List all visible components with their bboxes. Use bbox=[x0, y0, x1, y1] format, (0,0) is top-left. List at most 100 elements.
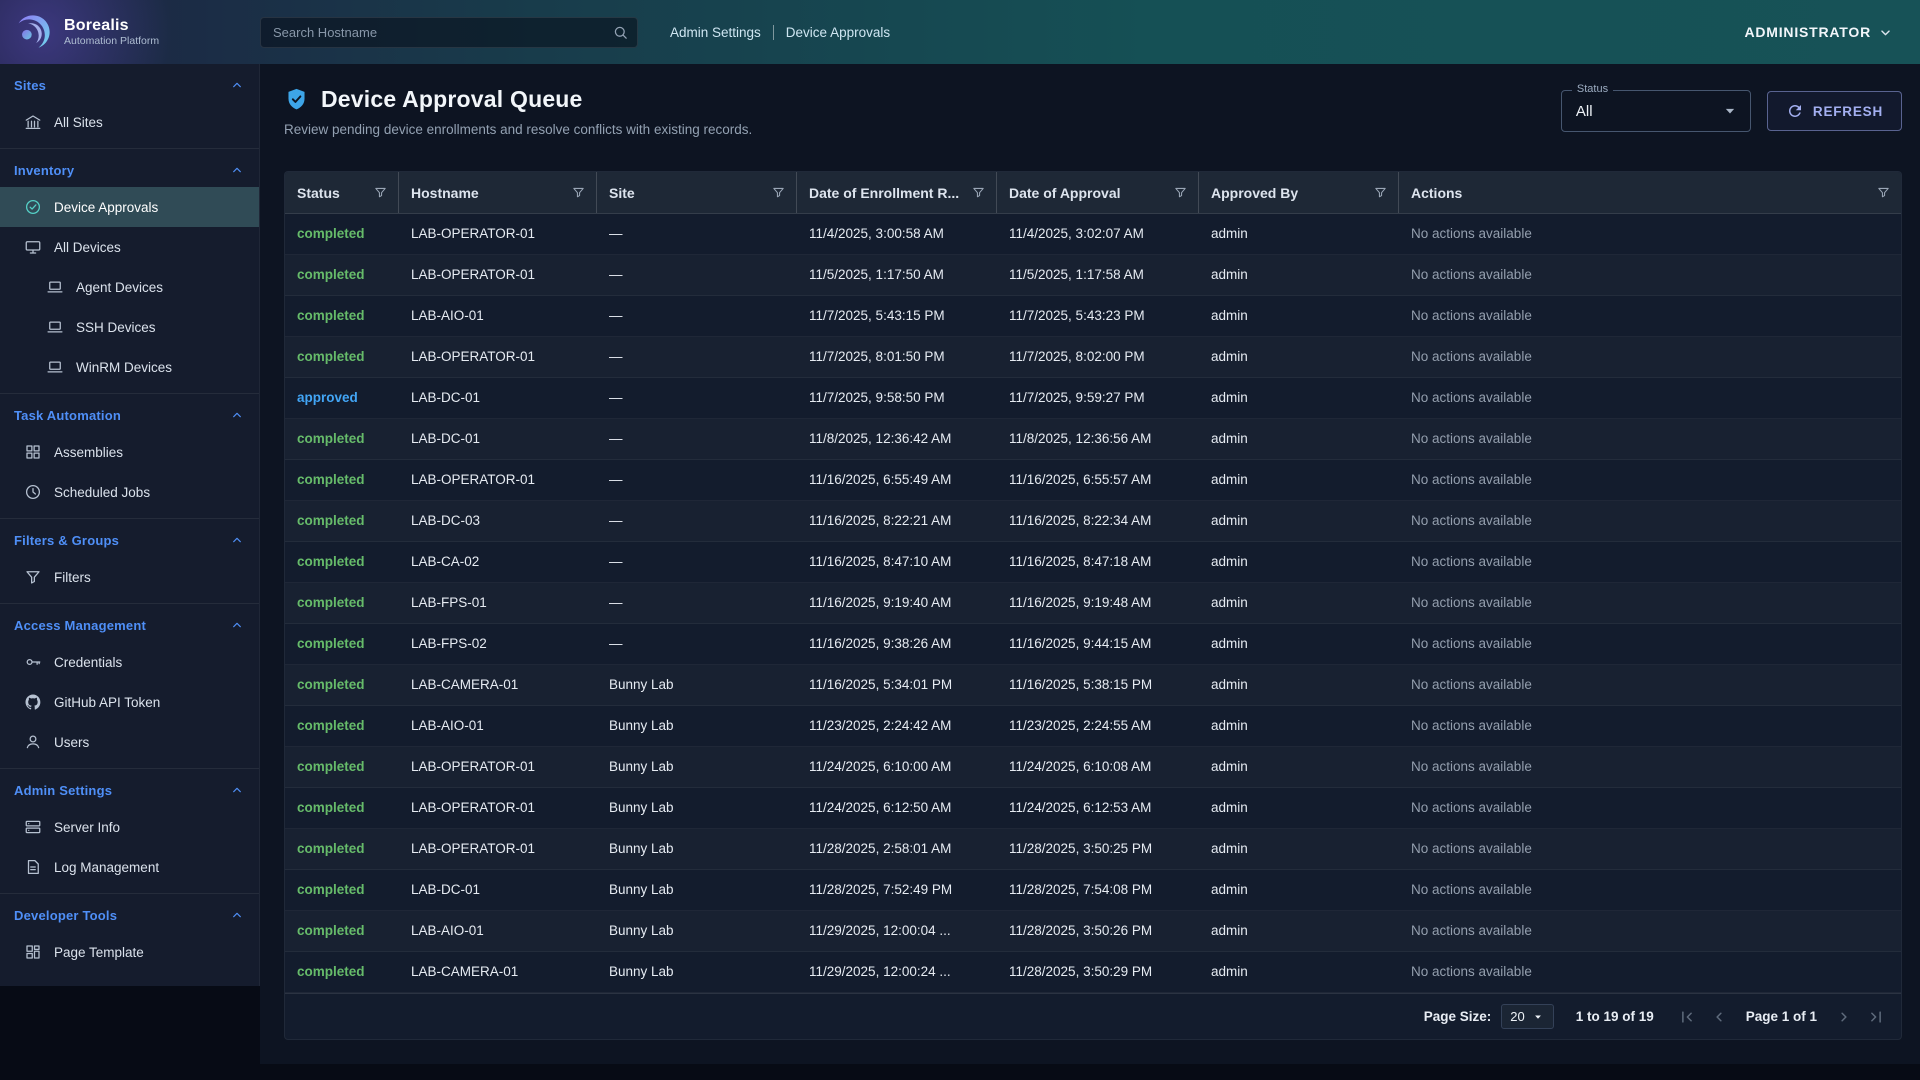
table-row[interactable]: completedLAB-FPS-02—11/16/2025, 9:38:26 … bbox=[285, 624, 1901, 665]
sidebar-item-filters[interactable]: Filters bbox=[0, 557, 259, 597]
sidebar-section-task-automation[interactable]: Task Automation bbox=[0, 398, 259, 432]
sidebar-item-github-api-token[interactable]: GitHub API Token bbox=[0, 682, 259, 722]
sidebar-item-users[interactable]: Users bbox=[0, 722, 259, 762]
approved-by-cell: admin bbox=[1199, 829, 1399, 869]
table-row[interactable]: completedLAB-OPERATOR-01—11/5/2025, 1:17… bbox=[285, 255, 1901, 296]
column-header-actions[interactable]: Actions bbox=[1399, 172, 1901, 213]
table-row[interactable]: completedLAB-OPERATOR-01—11/16/2025, 6:5… bbox=[285, 460, 1901, 501]
hostname-cell: LAB-AIO-01 bbox=[399, 911, 597, 951]
enrollment-date-cell: 11/16/2025, 8:47:10 AM bbox=[797, 542, 997, 582]
column-header-date-of-approval[interactable]: Date of Approval bbox=[997, 172, 1199, 213]
table-row[interactable]: completedLAB-OPERATOR-01Bunny Lab11/24/2… bbox=[285, 747, 1901, 788]
hostname-cell: LAB-DC-01 bbox=[399, 870, 597, 910]
sidebar-section: Inventory Device ApprovalsAll DevicesAgen… bbox=[0, 148, 259, 393]
actions-cell: No actions available bbox=[1399, 501, 1901, 541]
status-filter-select[interactable]: Status All bbox=[1561, 90, 1751, 132]
table-row[interactable]: completedLAB-DC-01Bunny Lab11/28/2025, 7… bbox=[285, 870, 1901, 911]
table-row[interactable]: completedLAB-DC-01—11/8/2025, 12:36:42 A… bbox=[285, 419, 1901, 460]
table-row[interactable]: completedLAB-CA-02—11/16/2025, 8:47:10 A… bbox=[285, 542, 1901, 583]
chevron-up-icon bbox=[229, 907, 245, 923]
table-row[interactable]: completedLAB-OPERATOR-01Bunny Lab11/28/2… bbox=[285, 829, 1901, 870]
table-row[interactable]: completedLAB-FPS-01—11/16/2025, 9:19:40 … bbox=[285, 583, 1901, 624]
approval-date-cell: 11/7/2025, 8:02:00 PM bbox=[997, 337, 1199, 377]
filter-icon[interactable] bbox=[771, 185, 786, 200]
laptop-icon bbox=[46, 358, 64, 376]
first-page-button[interactable] bbox=[1676, 1006, 1698, 1028]
sidebar-item-label: Credentials bbox=[54, 655, 122, 670]
sidebar-item-all-sites[interactable]: All Sites bbox=[0, 102, 259, 142]
sidebar-item-device-approvals[interactable]: Device Approvals bbox=[0, 187, 259, 227]
status-cell: completed bbox=[285, 788, 399, 828]
last-page-button[interactable] bbox=[1865, 1006, 1887, 1028]
table-row[interactable]: approvedLAB-DC-01—11/7/2025, 9:58:50 PM1… bbox=[285, 378, 1901, 419]
column-header-label: Site bbox=[609, 185, 763, 201]
approval-date-cell: 11/16/2025, 8:47:18 AM bbox=[997, 542, 1199, 582]
table-row[interactable]: completedLAB-AIO-01—11/7/2025, 5:43:15 P… bbox=[285, 296, 1901, 337]
table-row[interactable]: completedLAB-CAMERA-01Bunny Lab11/16/202… bbox=[285, 665, 1901, 706]
filter-icon[interactable] bbox=[1173, 185, 1188, 200]
breadcrumb-admin-settings[interactable]: Admin Settings bbox=[670, 25, 761, 40]
filter-icon[interactable] bbox=[1876, 185, 1891, 200]
column-header-hostname[interactable]: Hostname bbox=[399, 172, 597, 213]
column-header-status[interactable]: Status bbox=[285, 172, 399, 213]
enrollment-date-cell: 11/23/2025, 2:24:42 AM bbox=[797, 706, 997, 746]
sidebar-section-admin-settings[interactable]: Admin Settings bbox=[0, 773, 259, 807]
search-input[interactable] bbox=[260, 17, 638, 48]
approval-date-cell: 11/24/2025, 6:12:53 AM bbox=[997, 788, 1199, 828]
filter-icon[interactable] bbox=[571, 185, 586, 200]
table-row[interactable]: completedLAB-OPERATOR-01—11/7/2025, 8:01… bbox=[285, 337, 1901, 378]
sidebar-item-ssh-devices[interactable]: SSH Devices bbox=[0, 307, 259, 347]
site-cell: — bbox=[597, 255, 797, 295]
filter-icon[interactable] bbox=[1373, 185, 1388, 200]
clock-icon bbox=[24, 483, 42, 501]
sidebar-section-sites[interactable]: Sites bbox=[0, 68, 259, 102]
table-row[interactable]: completedLAB-AIO-01Bunny Lab11/23/2025, … bbox=[285, 706, 1901, 747]
sidebar-section-access-management[interactable]: Access Management bbox=[0, 608, 259, 642]
sidebar-item-winrm-devices[interactable]: WinRM Devices bbox=[0, 347, 259, 387]
column-header-approved-by[interactable]: Approved By bbox=[1199, 172, 1399, 213]
approved-by-cell: admin bbox=[1199, 788, 1399, 828]
page-subtitle: Review pending device enrollments and re… bbox=[284, 122, 752, 137]
sidebar-section-developer-tools[interactable]: Developer Tools bbox=[0, 898, 259, 932]
sidebar-section-filters-groups[interactable]: Filters & Groups bbox=[0, 523, 259, 557]
sidebar-item-assemblies[interactable]: Assemblies bbox=[0, 432, 259, 472]
sidebar-item-credentials[interactable]: Credentials bbox=[0, 642, 259, 682]
status-cell: completed bbox=[285, 665, 399, 705]
user-menu-button[interactable]: ADMINISTRATOR bbox=[1744, 24, 1894, 41]
status-filter-value: All bbox=[1576, 103, 1720, 120]
sidebar-section: Access Management Credentials GitHub API T… bbox=[0, 603, 259, 768]
sidebar-item-scheduled-jobs[interactable]: Scheduled Jobs bbox=[0, 472, 259, 512]
sidebar-item-server-info[interactable]: Server Info bbox=[0, 807, 259, 847]
column-header-date-of-enrollment-r[interactable]: Date of Enrollment R... bbox=[797, 172, 997, 213]
sidebar-item-agent-devices[interactable]: Agent Devices bbox=[0, 267, 259, 307]
page-size-select[interactable]: 20 bbox=[1501, 1004, 1553, 1029]
filter-icon[interactable] bbox=[971, 185, 986, 200]
breadcrumb-device-approvals[interactable]: Device Approvals bbox=[786, 25, 890, 40]
sidebar-item-log-management[interactable]: Log Management bbox=[0, 847, 259, 887]
approval-date-cell: 11/5/2025, 1:17:58 AM bbox=[997, 255, 1199, 295]
sidebar-item-all-devices[interactable]: All Devices bbox=[0, 227, 259, 267]
filter-icon[interactable] bbox=[373, 185, 388, 200]
site-cell: — bbox=[597, 501, 797, 541]
previous-page-button[interactable] bbox=[1708, 1006, 1730, 1028]
sidebar-section-inventory[interactable]: Inventory bbox=[0, 153, 259, 187]
actions-cell: No actions available bbox=[1399, 214, 1901, 254]
hostname-cell: LAB-DC-01 bbox=[399, 419, 597, 459]
next-page-button[interactable] bbox=[1833, 1006, 1855, 1028]
refresh-button[interactable]: REFRESH bbox=[1767, 91, 1902, 131]
table-row[interactable]: completedLAB-OPERATOR-01—11/4/2025, 3:00… bbox=[285, 214, 1901, 255]
sidebar-section: Task AutomationAssembliesScheduled Jobs bbox=[0, 393, 259, 518]
column-header-site[interactable]: Site bbox=[597, 172, 797, 213]
table-row[interactable]: completedLAB-AIO-01Bunny Lab11/29/2025, … bbox=[285, 911, 1901, 952]
table-row[interactable]: completedLAB-OPERATOR-01Bunny Lab11/24/2… bbox=[285, 788, 1901, 829]
table-row[interactable]: completedLAB-CAMERA-01Bunny Lab11/29/202… bbox=[285, 952, 1901, 993]
actions-cell: No actions available bbox=[1399, 378, 1901, 418]
table-row[interactable]: completedLAB-DC-03—11/16/2025, 8:22:21 A… bbox=[285, 501, 1901, 542]
sidebar-nav: SitesAll SitesInventoryDevice ApprovalsA… bbox=[0, 64, 260, 986]
sidebar-item-page-template[interactable]: Page Template bbox=[0, 932, 259, 972]
device-approval-table: StatusHostname Site Date of Enrollment R..… bbox=[284, 171, 1902, 1040]
enrollment-date-cell: 11/7/2025, 9:58:50 PM bbox=[797, 378, 997, 418]
sidebar-section-label: Inventory bbox=[14, 163, 74, 178]
actions-cell: No actions available bbox=[1399, 296, 1901, 336]
status-cell: completed bbox=[285, 624, 399, 664]
